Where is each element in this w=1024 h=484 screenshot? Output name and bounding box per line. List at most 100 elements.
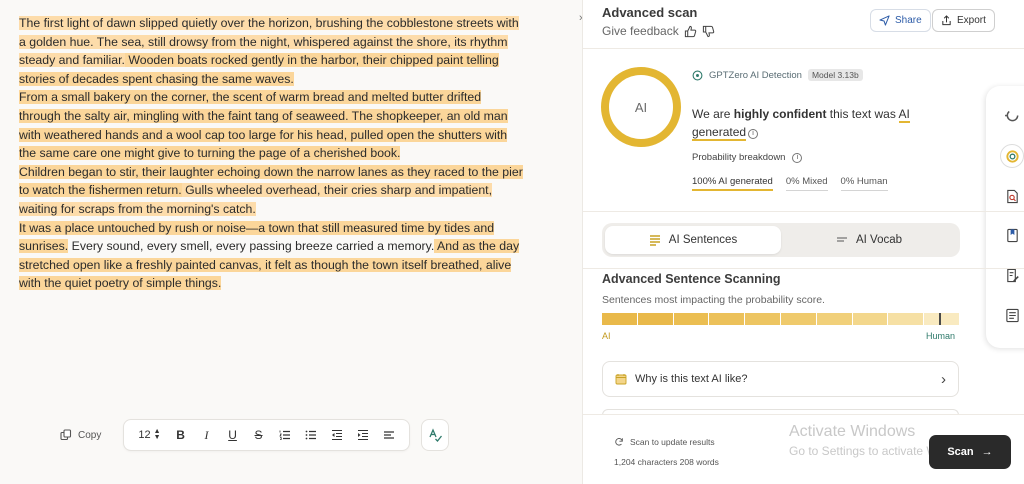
- align-left-icon: [383, 431, 394, 439]
- document-text[interactable]: The first light of dawn slipped quietly …: [19, 14, 524, 293]
- font-size-value: 12: [138, 429, 151, 441]
- probability-stats: 100% AI generated 0% Mixed 0% Human: [692, 176, 888, 191]
- stat-mixed: 0% Mixed: [785, 176, 828, 191]
- chevron-right-icon: ›: [941, 370, 946, 388]
- section-divider: [583, 268, 1024, 269]
- scale-segment: [888, 313, 924, 325]
- scan-label: Scan: [947, 446, 974, 458]
- rail-list-icon[interactable]: [1003, 306, 1021, 324]
- header-divider: [583, 48, 1024, 49]
- scale-label-ai: AI: [602, 331, 611, 341]
- arrow-right-icon: →: [981, 446, 993, 458]
- why-ai-label: Why is this text AI like?: [635, 373, 748, 385]
- refresh-icon: [615, 438, 623, 446]
- thumbs-down-icon[interactable]: [702, 25, 715, 38]
- stepper-arrows-icon: ▲ ▼: [153, 428, 161, 441]
- stat-ai-generated: 100% AI generated: [692, 176, 773, 191]
- scale-label-human: Human: [926, 331, 956, 341]
- scale-marker: [939, 313, 941, 325]
- scale-segment: [709, 313, 745, 325]
- scan-footer: Scan to update results 1,204 characters …: [583, 414, 1024, 484]
- scale-segment: [924, 313, 959, 325]
- share-button[interactable]: Share: [870, 9, 931, 32]
- verdict-text: We are highly confident this text was AI…: [692, 105, 932, 141]
- character-word-count: 1,204 characters 208 words: [614, 457, 719, 467]
- indent-icon: [357, 429, 368, 441]
- stat-human: 0% Human: [840, 176, 888, 191]
- copy-icon: [60, 429, 72, 441]
- section-divider: [583, 211, 1024, 212]
- sentence-highlight[interactable]: Every sound, every smell, every passing …: [68, 239, 435, 253]
- rescan-hint: Scan to update results: [614, 437, 715, 447]
- outdent-icon: [331, 429, 342, 441]
- probability-breakdown: Probability breakdown i: [692, 152, 803, 163]
- tab-ai-sentences-label: AI Sentences: [668, 234, 738, 246]
- align-button[interactable]: [383, 429, 395, 441]
- verdict-generated: generated: [692, 125, 747, 141]
- scan-button[interactable]: Scan →: [929, 435, 1011, 469]
- export-icon: [942, 15, 951, 26]
- verdict-confidence: highly confident: [733, 107, 827, 121]
- sentence-scale-bar: [602, 313, 959, 325]
- spellcheck-icon: [428, 428, 442, 442]
- export-button[interactable]: Export: [932, 9, 995, 32]
- editor-toolbar-row: Copy 12 ▲ ▼ B I U S: [60, 419, 449, 451]
- numbered-list-button[interactable]: [278, 429, 291, 441]
- ai-score-ring: AI: [601, 67, 681, 147]
- tab-ai-vocab-label: AI Vocab: [855, 234, 903, 246]
- tab-ai-sentences[interactable]: AI Sentences: [605, 226, 781, 254]
- scale-segment: [673, 313, 709, 325]
- thumbs-up-icon[interactable]: [684, 25, 697, 38]
- scale-segment: [780, 313, 816, 325]
- gptzero-logo-icon: [692, 70, 703, 80]
- outdent-button[interactable]: [331, 429, 343, 441]
- numbered-list-icon: [278, 430, 290, 440]
- probability-label: Probability breakdown: [692, 152, 786, 163]
- copy-button[interactable]: Copy: [60, 429, 101, 441]
- scanning-title: Advanced Sentence Scanning: [602, 272, 781, 286]
- verdict-pre: We are: [692, 107, 734, 121]
- copy-label: Copy: [78, 429, 102, 441]
- scale-segment: [852, 313, 888, 325]
- font-size-select[interactable]: 12 ▲ ▼: [138, 428, 161, 441]
- spellcheck-button[interactable]: [420, 419, 449, 451]
- bullet-list-button[interactable]: [305, 429, 317, 441]
- info-icon[interactable]: i: [748, 129, 759, 139]
- feedback-row: Give feedback: [602, 24, 715, 38]
- panel-title: Advanced scan: [602, 5, 698, 20]
- scale-segment: [745, 313, 780, 325]
- scan-results-panel: Advanced scan Give feedback Share Export…: [582, 0, 1024, 484]
- calendar-icon: [615, 374, 627, 385]
- feedback-label: Give feedback: [602, 24, 679, 38]
- ring-label: AI: [634, 99, 648, 115]
- bold-button[interactable]: B: [175, 428, 187, 442]
- share-label: Share: [895, 15, 922, 26]
- rail-loading-icon[interactable]: [1003, 106, 1021, 124]
- why-ai-card[interactable]: Why is this text AI like? ›: [602, 361, 959, 397]
- scanning-subtitle: Sentences most impacting the probability…: [602, 294, 825, 306]
- strikethrough-button[interactable]: S: [253, 428, 265, 442]
- text-editor[interactable]: The first light of dawn slipped quietly …: [0, 0, 585, 484]
- rail-document-search-icon[interactable]: [1003, 187, 1021, 205]
- verdict-ai: AI: [898, 107, 910, 123]
- info-icon[interactable]: i: [792, 152, 803, 163]
- rail-bookmark-icon[interactable]: [1003, 226, 1021, 244]
- verdict-mid: this text was: [826, 107, 899, 121]
- scale-segment: [602, 313, 637, 325]
- tab-ai-vocab[interactable]: AI Vocab: [781, 226, 957, 254]
- vocab-icon: [836, 237, 847, 242]
- indent-button[interactable]: [357, 429, 369, 441]
- scale-segment: [816, 313, 852, 325]
- windows-activation-watermark: Activate Windows: [789, 423, 916, 440]
- detector-name: GPTZero AI Detection: [709, 69, 802, 81]
- export-label: Export: [957, 15, 986, 26]
- rescan-label: Scan to update results: [630, 437, 715, 447]
- bullet-list-icon: [305, 430, 316, 440]
- results-tabs: AI Sentences AI Vocab: [602, 223, 960, 257]
- rail-score-icon[interactable]: [1000, 144, 1024, 168]
- sentences-icon: [649, 235, 660, 246]
- detector-row: GPTZero AI Detection Model 3.13b: [692, 69, 863, 81]
- send-icon: [879, 15, 890, 26]
- underline-button[interactable]: U: [227, 428, 239, 442]
- italic-button[interactable]: I: [201, 428, 213, 443]
